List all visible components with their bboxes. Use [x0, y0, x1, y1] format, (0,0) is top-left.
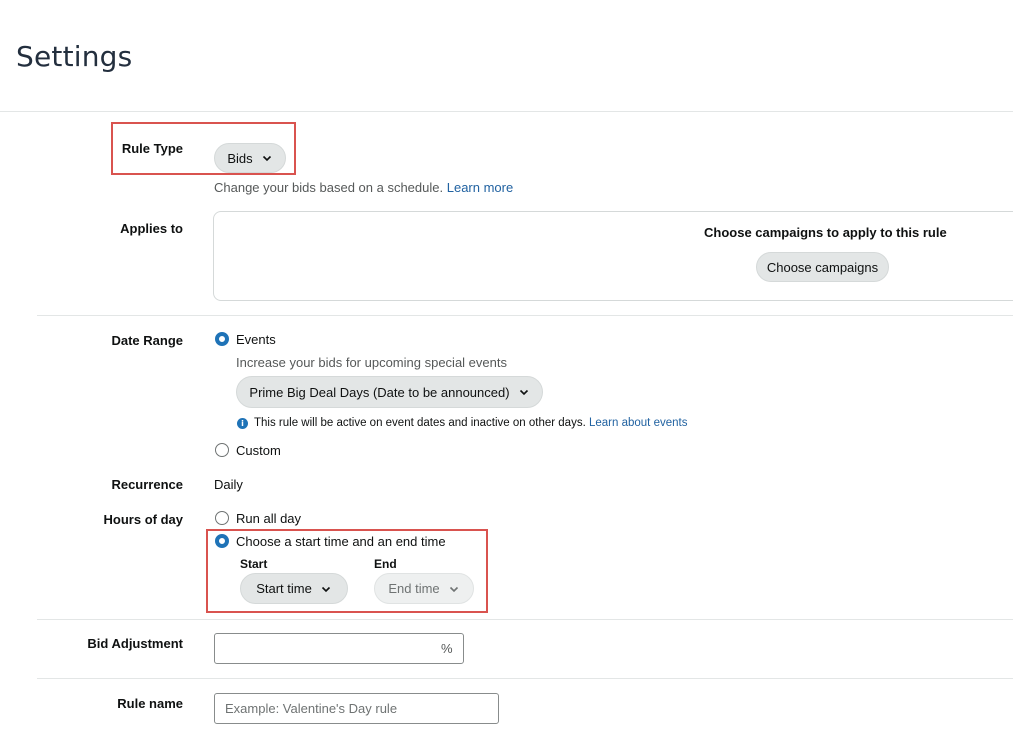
applies-to-card: Choose campaigns to apply to this rule C… [213, 211, 1013, 301]
recurrence-value: Daily [214, 477, 243, 492]
start-time-dropdown[interactable]: Start time [240, 573, 348, 604]
choose-campaigns-button[interactable]: Choose campaigns [756, 252, 889, 282]
choose-time-label[interactable]: Choose a start time and an end time [236, 534, 446, 549]
rule-name-input[interactable] [214, 693, 499, 724]
custom-radio-label[interactable]: Custom [236, 443, 281, 458]
chevron-down-icon [320, 583, 332, 595]
events-radio[interactable] [215, 332, 229, 346]
rule-type-helper: Change your bids based on a schedule. Le… [214, 180, 514, 195]
info-icon: i [237, 418, 248, 429]
chevron-down-icon [261, 152, 273, 164]
learn-about-events-link[interactable]: Learn about events [589, 417, 687, 429]
end-time-dropdown[interactable]: End time [374, 573, 474, 604]
learn-more-link[interactable]: Learn more [447, 180, 513, 195]
run-all-day-radio[interactable] [215, 511, 229, 525]
date-range-label: Date Range [111, 333, 183, 348]
applies-to-heading: Choose campaigns to apply to this rule [704, 225, 947, 240]
chevron-down-icon [518, 386, 530, 398]
percent-suffix: % [441, 641, 453, 656]
page-title: Settings [16, 40, 133, 73]
section-divider [37, 619, 1013, 620]
rule-type-label: Rule Type [121, 141, 183, 156]
rule-type-dropdown[interactable]: Bids [214, 143, 286, 173]
event-info: This rule will be active on event dates … [254, 417, 688, 429]
end-time-value: End time [388, 581, 440, 596]
event-dropdown[interactable]: Prime Big Deal Days (Date to be announce… [236, 376, 543, 408]
start-label: Start [240, 557, 268, 571]
start-time-value: Start time [256, 581, 312, 596]
section-divider [37, 678, 1013, 679]
recurrence-label: Recurrence [111, 477, 183, 492]
rule-name-label: Rule name [117, 696, 183, 711]
event-value: Prime Big Deal Days (Date to be announce… [249, 384, 510, 400]
custom-radio[interactable] [215, 443, 229, 457]
header-divider [0, 111, 1013, 112]
run-all-day-label[interactable]: Run all day [236, 511, 301, 526]
chevron-down-icon [448, 583, 460, 595]
rule-type-value: Bids [227, 150, 253, 166]
events-helper: Increase your bids for upcoming special … [236, 355, 507, 370]
events-radio-label[interactable]: Events [236, 332, 276, 347]
section-divider [37, 315, 1013, 316]
end-label: End [374, 557, 397, 571]
bid-adjustment-input[interactable] [214, 633, 464, 664]
choose-time-radio[interactable] [215, 534, 229, 548]
bid-adjustment-label: Bid Adjustment [87, 636, 183, 651]
applies-to-label: Applies to [120, 221, 183, 236]
hours-of-day-label: Hours of day [103, 512, 183, 527]
